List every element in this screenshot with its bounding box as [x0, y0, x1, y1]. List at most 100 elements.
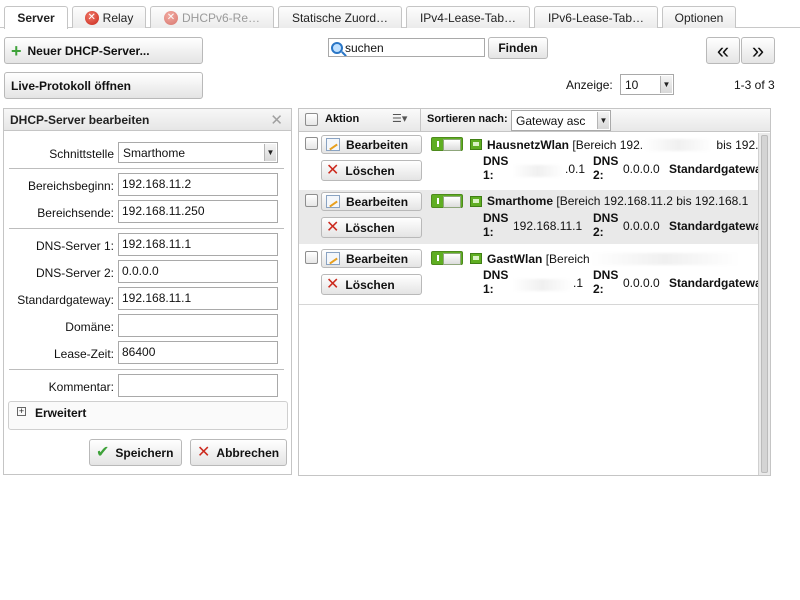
next-page-button[interactable]: »	[741, 37, 775, 64]
range-start-value: 192.168.11.2	[122, 177, 192, 191]
server-name: Smarthome	[487, 194, 554, 208]
dns2-input[interactable]: 0.0.0.0	[118, 260, 278, 283]
vertical-scrollbar[interactable]	[758, 133, 770, 475]
delete-button[interactable]: ✕ Löschen	[321, 274, 422, 295]
comment-input[interactable]	[118, 374, 278, 397]
dns2-label: DNS-Server 2:	[35, 266, 114, 280]
dns2-label: DNS 2:	[593, 211, 619, 239]
interface-label: Schnittstelle	[49, 147, 114, 161]
tab-ipv6-lease-table[interactable]: IPv6-Lease-Tab…	[534, 6, 658, 28]
lease-time-input[interactable]: 86400	[118, 341, 278, 364]
edit-icon	[326, 138, 340, 151]
delete-x-icon: ✕	[326, 275, 340, 293]
enable-toggle[interactable]	[431, 194, 463, 208]
tab-options[interactable]: Optionen	[662, 6, 736, 28]
plus-icon: +	[11, 40, 22, 61]
dns2-value: 0.0.0.0	[623, 219, 660, 233]
cancel-button[interactable]: ✕ Abbrechen	[190, 439, 287, 466]
delete-label: Löschen	[345, 163, 395, 178]
range-end-input[interactable]: 192.168.11.250	[118, 200, 278, 223]
row-checkbox[interactable]	[305, 194, 318, 207]
row-checkbox[interactable]	[305, 251, 318, 264]
row-title: GastWlan [Bereich	[487, 251, 740, 266]
server-name: HausnetzWlan	[487, 138, 570, 152]
redacted-area	[512, 279, 572, 291]
dns2-value: 0.0.0.0	[623, 276, 660, 290]
scrollbar-thumb[interactable]	[761, 135, 768, 473]
divider	[9, 369, 284, 370]
find-button[interactable]: Finden	[488, 37, 548, 59]
server-range: [Bereich	[545, 252, 590, 266]
network-icon	[470, 253, 482, 264]
error-icon: ✕	[84, 10, 99, 25]
advanced-section[interactable]: + Erweitert	[8, 401, 288, 430]
tab-dhcpv6-relay-label: DHCPv6-Re…	[181, 10, 260, 25]
tab-ipv4-label: IPv4-Lease-Tab…	[419, 10, 517, 25]
sort-select[interactable]: Gateway asc ▼	[511, 110, 611, 131]
new-dhcp-server-button[interactable]: + Neuer DHCP-Server...	[4, 37, 203, 64]
tab-server[interactable]: Server	[4, 6, 68, 29]
enable-toggle[interactable]	[431, 251, 463, 265]
edit-button[interactable]: Bearbeiten	[321, 249, 422, 268]
edit-icon	[326, 195, 340, 208]
save-button[interactable]: ✔ Speichern	[89, 439, 182, 466]
tab-static-label: Statische Zuord…	[291, 10, 389, 25]
domain-label: Domäne:	[65, 320, 114, 334]
gateway-value: 192.168.11.1	[122, 291, 192, 305]
domain-input[interactable]	[118, 314, 278, 337]
display-count-label: Anzeige:	[566, 78, 613, 92]
edit-label: Bearbeiten	[346, 194, 409, 209]
tab-dhcpv6-relay[interactable]: ✕ DHCPv6-Re…	[150, 6, 274, 28]
server-range: [Bereich 192.168.11.2 bis 192.168.1	[556, 194, 749, 208]
select-all-checkbox[interactable]	[305, 113, 318, 126]
tab-bar: Server ✕ Relay ✕ DHCPv6-Re… Statische Zu…	[0, 0, 800, 29]
comment-label: Kommentar:	[48, 380, 114, 394]
divider	[9, 228, 284, 229]
tab-ipv4-lease-table[interactable]: IPv4-Lease-Tab…	[406, 6, 530, 28]
tab-static-assignments[interactable]: Statische Zuord…	[278, 6, 402, 28]
gateway-input[interactable]: 192.168.11.1	[118, 287, 278, 310]
dns2-value: 0.0.0.0	[623, 162, 660, 176]
display-count-select[interactable]: 10 ▼	[620, 74, 674, 95]
close-icon[interactable]: ✕	[270, 111, 283, 129]
double-chevron-right-icon: »	[751, 37, 765, 63]
row-title: HausnetzWlan [Bereich 192. bis 192.1	[487, 137, 765, 152]
edit-label: Bearbeiten	[346, 251, 409, 266]
advanced-label: Erweitert	[35, 406, 87, 420]
search-icon	[331, 42, 343, 54]
edit-button[interactable]: Bearbeiten	[321, 192, 422, 211]
server-list: Aktion ☰▾ Sortieren nach: Gateway asc ▼ …	[298, 108, 771, 476]
chevron-down-icon: ▼	[660, 76, 672, 93]
tab-ipv6-label: IPv6-Lease-Tab…	[547, 10, 645, 25]
tab-relay-label: Relay	[102, 10, 134, 25]
interface-select[interactable]: Smarthome ▼	[118, 142, 278, 163]
column-menu-icon[interactable]: ☰▾	[392, 112, 407, 125]
tab-options-label: Optionen	[674, 10, 724, 25]
range-start-input[interactable]: 192.168.11.2	[118, 173, 278, 196]
display-count-value: 10	[625, 78, 639, 92]
prev-page-button[interactable]: «	[706, 37, 740, 64]
range-start-label: Bereichsbeginn:	[27, 179, 114, 193]
dns1-label: DNS 1:	[483, 154, 509, 182]
live-log-button[interactable]: Live-Protokoll öffnen	[4, 72, 203, 99]
tab-relay[interactable]: ✕ Relay	[72, 6, 146, 28]
dns1-input[interactable]: 192.168.11.1	[118, 233, 278, 256]
dns1-value: 192.168.11.1	[122, 237, 192, 251]
delete-button[interactable]: ✕ Löschen	[321, 217, 422, 238]
search-input[interactable]: suchen	[328, 38, 485, 57]
sort-value: Gateway asc	[516, 114, 586, 128]
enable-toggle[interactable]	[431, 137, 463, 151]
gateway-label: Standardgatewa	[669, 219, 762, 233]
result-range: 1-3 of 3	[734, 78, 775, 92]
delete-button[interactable]: ✕ Löschen	[321, 160, 422, 181]
dns1-value: .0.1	[565, 162, 586, 176]
double-chevron-left-icon: «	[716, 37, 730, 63]
panel-title: DHCP-Server bearbeiten	[10, 113, 150, 127]
row-checkbox[interactable]	[305, 137, 318, 150]
lease-time-value: 86400	[122, 345, 156, 359]
save-label: Speichern	[115, 445, 174, 460]
edit-button[interactable]: Bearbeiten	[321, 135, 422, 154]
range-end-value: 192.168.11.250	[122, 204, 205, 218]
expand-icon[interactable]: +	[17, 407, 26, 416]
gateway-label: Standardgatewa	[669, 276, 762, 290]
